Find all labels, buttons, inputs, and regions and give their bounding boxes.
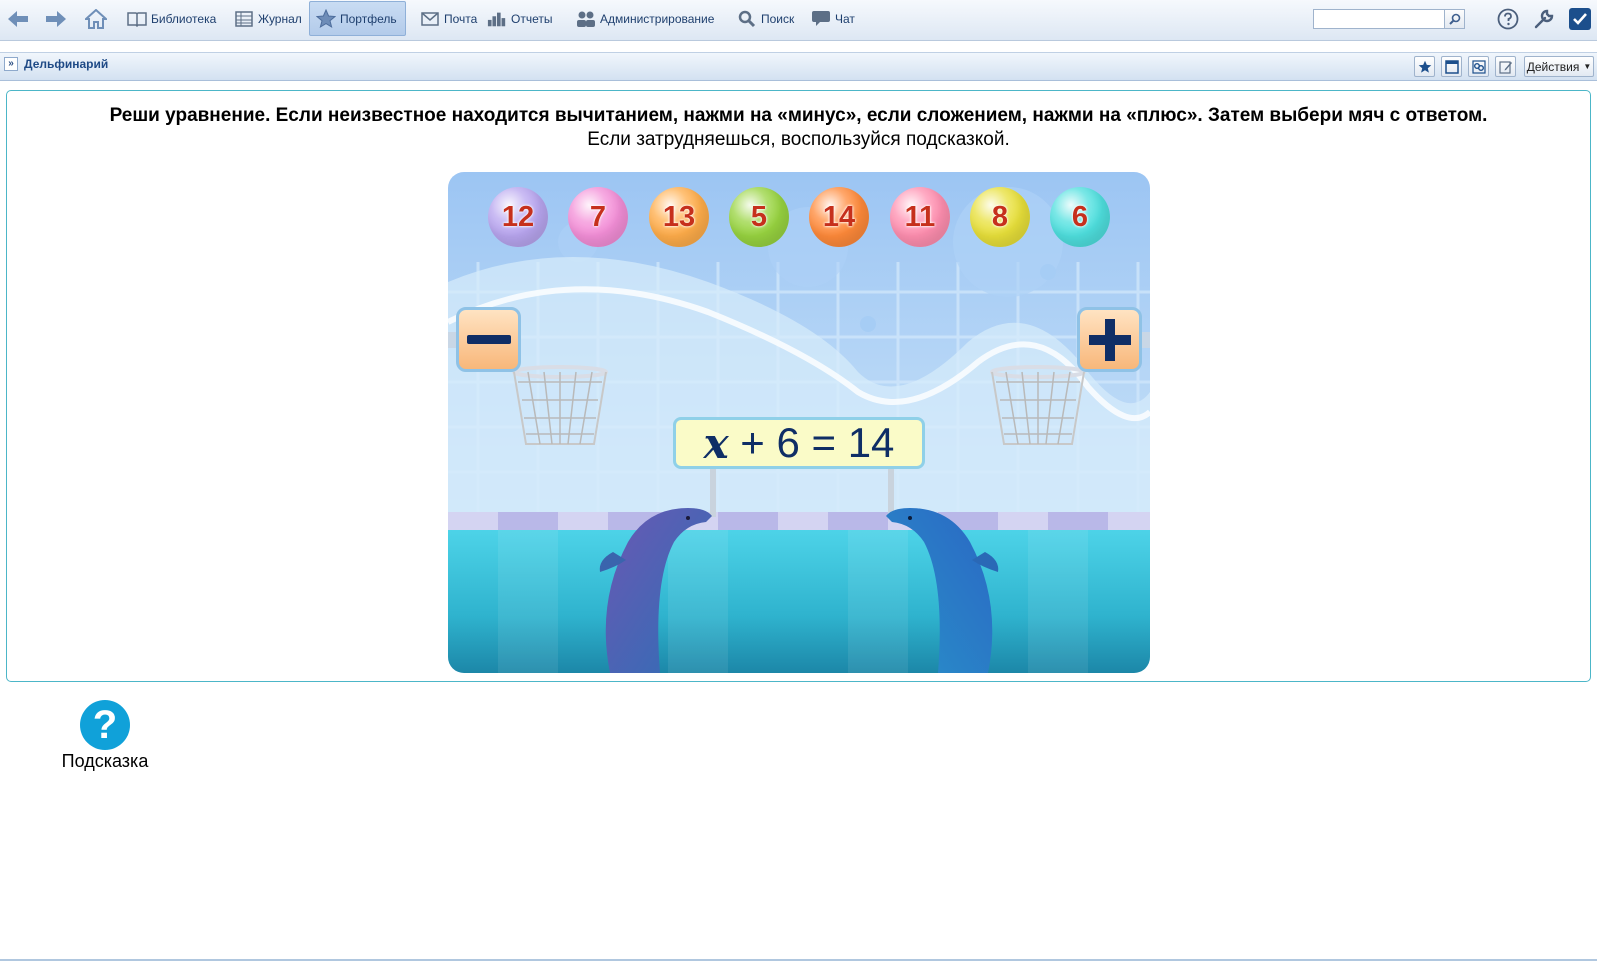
home-button[interactable] <box>82 0 110 37</box>
minus-icon <box>466 335 511 344</box>
tab-reports-label: Отчеты <box>511 11 553 26</box>
answer-ball-value: 14 <box>822 200 856 233</box>
bubble-decoration <box>1040 264 1056 280</box>
edit-button[interactable] <box>1495 56 1516 77</box>
answer-ball[interactable]: 7 <box>568 187 628 247</box>
tab-library[interactable]: Библиотека <box>121 1 222 36</box>
toolbar-search-input[interactable] <box>1313 9 1445 29</box>
equation-board: x + 6 = 14 <box>673 417 925 469</box>
help-icon <box>1497 8 1519 29</box>
tab-journal-label: Журнал <box>258 11 302 26</box>
wrench-icon <box>1534 9 1554 28</box>
tab-portfolio-label: Портфель <box>340 11 397 26</box>
hint-label: Подсказка <box>61 751 149 771</box>
tab-library-label: Библиотека <box>151 11 217 26</box>
answer-ball[interactable]: 14 <box>809 187 869 247</box>
back-arrow-icon <box>8 10 28 27</box>
plus-icon <box>1088 318 1131 361</box>
tab-administration-label: Администрирование <box>600 11 715 26</box>
tab-chat[interactable]: Чат <box>805 1 861 36</box>
book-icon <box>127 9 147 29</box>
answer-ball-value: 8 <box>991 200 1009 233</box>
answer-ball[interactable]: 5 <box>729 187 789 247</box>
admin-icon <box>576 9 596 29</box>
journal-icon <box>234 9 254 29</box>
help-button[interactable] <box>1495 0 1521 37</box>
forward-button[interactable] <box>42 0 70 37</box>
expand-icon[interactable]: » <box>4 57 18 71</box>
answer-ball-value: 6 <box>1071 200 1089 233</box>
tab-journal[interactable]: Журнал <box>228 1 308 36</box>
answer-ball-value: 5 <box>750 200 768 233</box>
search-icon <box>737 9 757 29</box>
home-icon <box>85 8 107 29</box>
tab-search-label: Поиск <box>761 11 795 26</box>
mail-icon <box>420 9 440 29</box>
window-icon <box>1444 59 1459 74</box>
answer-ball-value: 11 <box>904 200 936 233</box>
hint-button[interactable]: ? Подсказка <box>50 700 160 772</box>
answer-ball[interactable]: 13 <box>649 187 709 247</box>
answer-ball-value: 12 <box>501 200 535 233</box>
tab-chat-label: Чат <box>835 11 855 26</box>
answer-ball[interactable]: 6 <box>1050 187 1110 247</box>
tab-reports[interactable]: Отчеты <box>481 1 558 36</box>
magnifier-icon <box>1448 13 1460 25</box>
toolbar-search-button[interactable] <box>1445 9 1465 29</box>
sign-pole <box>710 462 716 517</box>
back-button[interactable] <box>4 0 32 37</box>
question-icon: ? <box>80 700 130 750</box>
actions-label: Действия <box>1526 59 1580 74</box>
sign-pole <box>888 462 894 517</box>
plus-button[interactable] <box>1077 307 1142 372</box>
edit-icon <box>1498 60 1512 74</box>
tab-mail-label: Почта <box>444 11 478 26</box>
tasks-button[interactable] <box>1567 0 1593 37</box>
tab-mail[interactable]: Почта <box>414 1 483 36</box>
game-scene: 12 7 13 5 14 11 8 6 x + 6 = 14 <box>448 172 1150 673</box>
actions-dropdown[interactable]: Действия ▼ <box>1524 56 1594 77</box>
link-icon <box>1471 59 1486 74</box>
answer-ball[interactable]: 12 <box>488 187 548 247</box>
forward-arrow-icon <box>46 10 66 27</box>
page-header-bar: » Дельфинарий Действия ▼ <box>0 52 1597 81</box>
star-icon <box>1418 60 1431 73</box>
chat-icon <box>811 9 831 29</box>
tab-administration[interactable]: Администрирование <box>570 1 720 36</box>
equation-variable: x <box>703 418 729 468</box>
task-subtitle: Если затрудняешься, воспользуйся подсказ… <box>587 129 1010 150</box>
link-button[interactable] <box>1468 56 1489 77</box>
caret-down-icon: ▼ <box>1583 62 1592 71</box>
breadcrumb: » Дельфинарий <box>4 57 108 71</box>
top-toolbar: Библиотека Журнал Портфель Почта Отчеты … <box>0 0 1597 41</box>
answer-ball-value: 7 <box>589 200 607 233</box>
answer-ball-value: 13 <box>662 200 696 233</box>
tab-portfolio[interactable]: Портфель <box>309 1 406 36</box>
equation-rest: + 6 = 14 <box>728 419 895 466</box>
checkbox-icon <box>1569 7 1591 30</box>
settings-button[interactable] <box>1531 0 1557 37</box>
tab-search[interactable]: Поиск <box>731 1 800 36</box>
favorite-button[interactable] <box>1414 56 1435 77</box>
page-title: Дельфинарий <box>24 57 109 71</box>
star-icon <box>316 8 336 29</box>
chart-icon <box>487 9 507 29</box>
bubble-decoration <box>860 316 876 332</box>
window-button[interactable] <box>1441 56 1462 77</box>
task-title: Реши уравнение. Если неизвестное находит… <box>109 105 1488 126</box>
minus-button[interactable] <box>456 307 521 372</box>
answer-ball[interactable]: 8 <box>970 187 1030 247</box>
answer-ball[interactable]: 11 <box>890 187 950 247</box>
